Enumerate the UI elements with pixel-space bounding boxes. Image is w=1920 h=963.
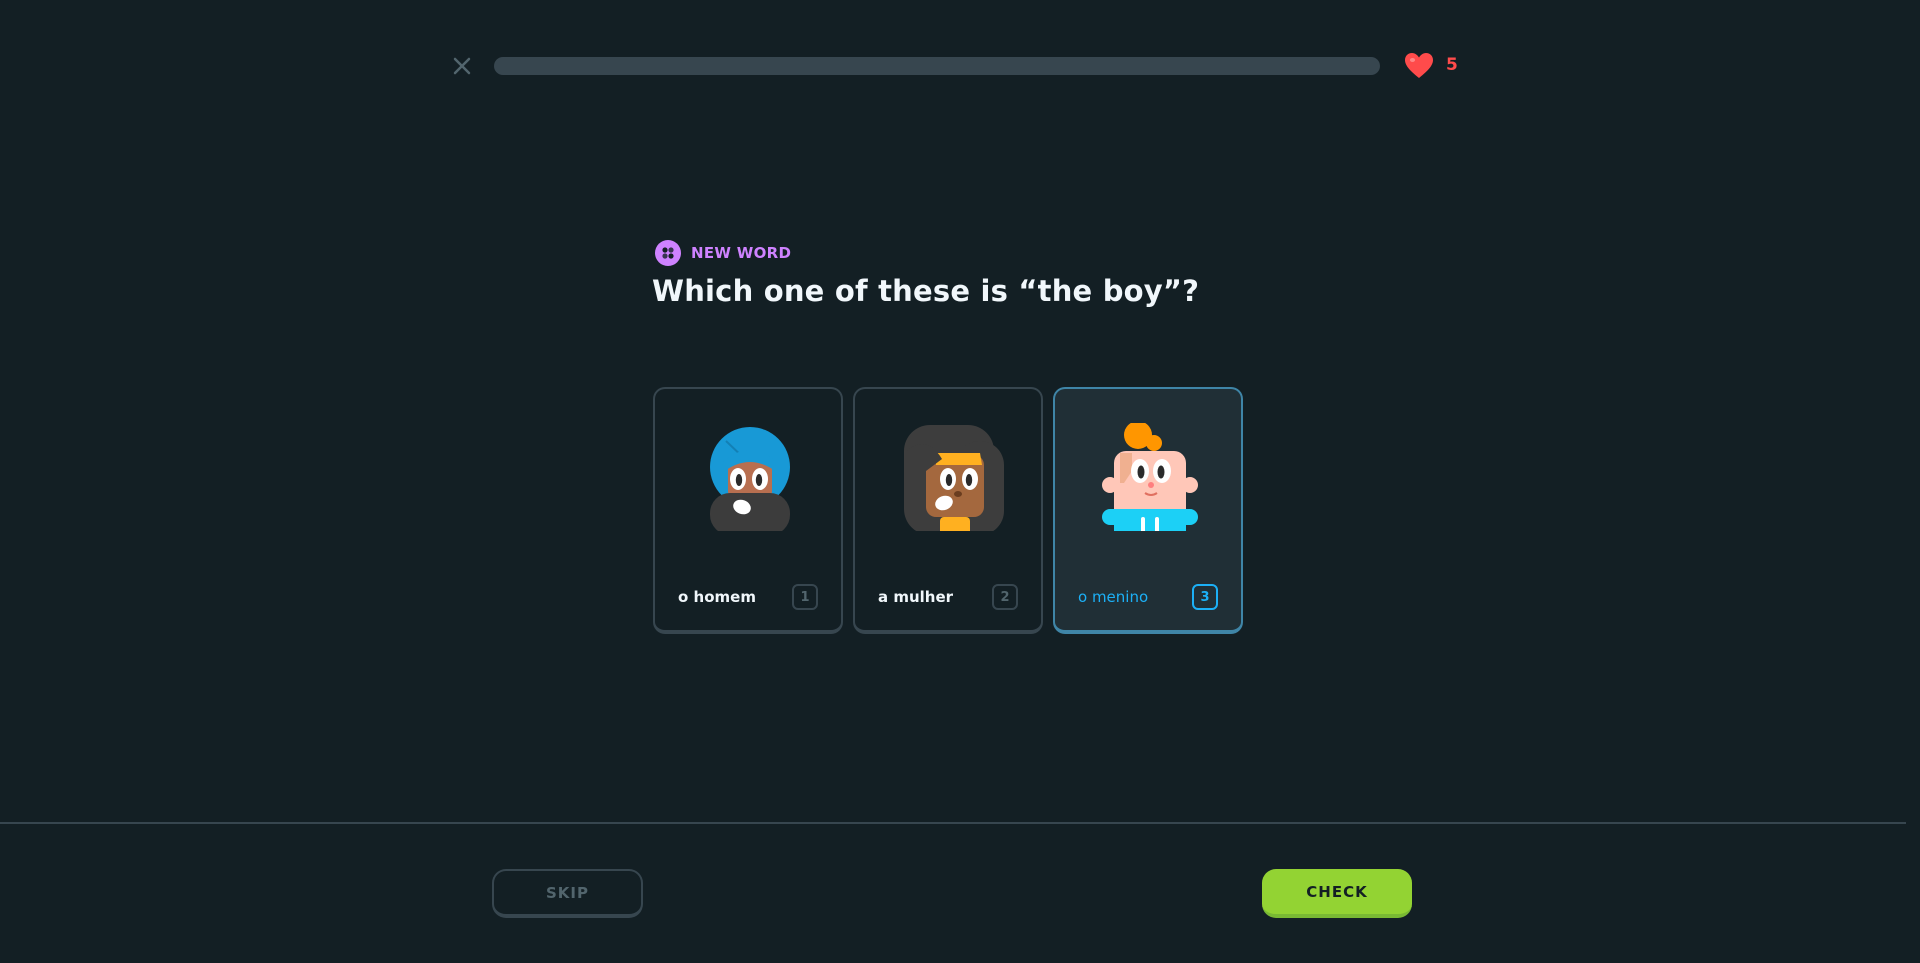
choice-card-o-menino[interactable]: o menino 3 [1053,387,1243,634]
boy-illustration [1102,423,1198,531]
hearts-counter[interactable]: 5 [1404,51,1458,79]
choice-label: o homem [678,588,756,606]
badge-label: NEW WORD [691,244,792,262]
choice-list: o homem 1 a mulher 2 o menino 3 [653,387,1243,634]
close-button[interactable] [448,52,476,80]
choice-key-badge: 1 [792,584,818,610]
lesson-page: 5 NEW WORD Which one of these is “the bo… [0,0,1920,963]
choice-label: a mulher [878,588,954,606]
skip-button[interactable]: SKIP [492,869,643,918]
choice-key-badge: 3 [1192,584,1218,610]
new-word-badge: NEW WORD [655,240,791,266]
heart-icon [1405,52,1433,78]
choice-key-badge: 2 [992,584,1018,610]
choice-label: o menino [1078,588,1149,606]
hearts-count: 5 [1446,55,1458,75]
choice-card-a-mulher[interactable]: a mulher 2 [853,387,1043,634]
check-button[interactable]: CHECK [1262,869,1412,918]
lesson-progress-bar [494,57,1380,75]
question-title: Which one of these is “the boy”? [652,274,1200,308]
man-with-turban-illustration [710,427,790,531]
woman-illustration [904,425,1004,531]
choice-card-o-homem[interactable]: o homem 1 [653,387,843,634]
footer-divider [0,822,1906,824]
new-word-icon [655,240,681,266]
close-icon [453,57,471,75]
